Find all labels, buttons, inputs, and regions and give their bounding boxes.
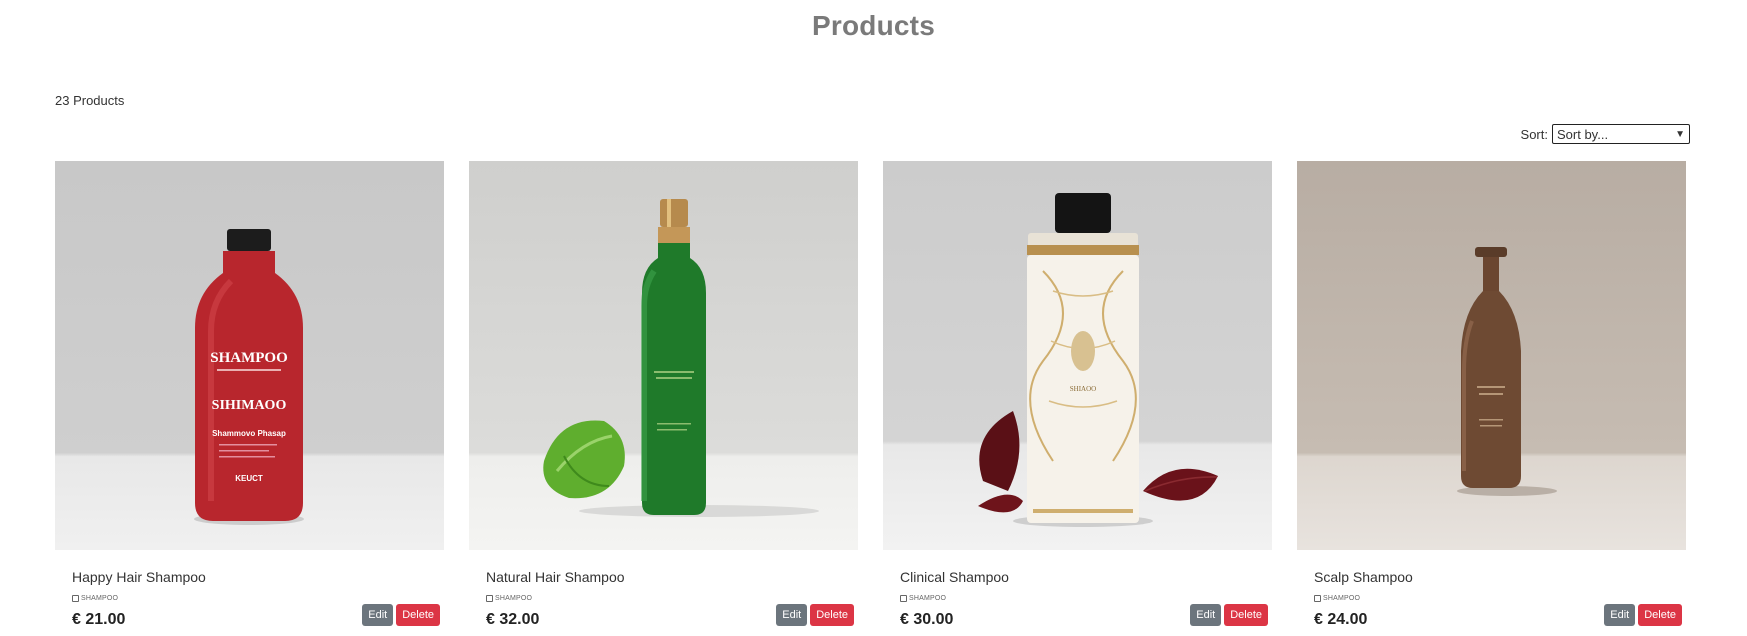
product-category-label: SHAMPOO xyxy=(909,595,947,602)
product-actions: Edit Delete xyxy=(1604,604,1682,626)
product-image[interactable]: SHAMPOO SIHIMAOO Shammovo Phasap KEUCT xyxy=(55,161,444,550)
bottle-label-text: SHIAOO xyxy=(1070,385,1096,393)
product-name[interactable]: Natural Hair Shampoo xyxy=(486,569,625,585)
product-category: SHAMPOO xyxy=(900,595,946,602)
product-category: SHAMPOO xyxy=(72,595,118,602)
bottle-label-text: SHAMPOO xyxy=(210,350,288,366)
product-card: SHAMPOO SIHIMAOO Shammovo Phasap KEUCT H… xyxy=(55,161,444,631)
delete-button[interactable]: Delete xyxy=(810,604,854,626)
product-price: € 30.00 xyxy=(900,611,954,628)
tag-icon xyxy=(72,595,79,602)
product-card: SHIAOO Clinical Shampoo SHAMPOO € 30.00 … xyxy=(883,161,1272,631)
product-actions: Edit Delete xyxy=(776,604,854,626)
product-category-label: SHAMPOO xyxy=(81,595,119,602)
product-name[interactable]: Scalp Shampoo xyxy=(1314,569,1413,585)
edit-button[interactable]: Edit xyxy=(1604,604,1636,626)
bottle-label-text: Shammovo Phasap xyxy=(212,429,286,438)
edit-button[interactable]: Edit xyxy=(362,604,394,626)
product-image[interactable]: SHIAOO xyxy=(883,161,1272,550)
edit-button[interactable]: Edit xyxy=(1190,604,1222,626)
product-price: € 21.00 xyxy=(72,611,126,628)
sort-bar: Sort: Sort by... ▼ xyxy=(1521,124,1690,144)
product-actions: Edit Delete xyxy=(1190,604,1268,626)
product-actions: Edit Delete xyxy=(362,604,440,626)
chevron-down-icon: ▼ xyxy=(1675,128,1685,140)
sort-select[interactable]: Sort by... ▼ xyxy=(1552,124,1690,144)
tag-icon xyxy=(1314,595,1321,602)
product-category-label: SHAMPOO xyxy=(1323,595,1361,602)
product-name[interactable]: Happy Hair Shampoo xyxy=(72,569,206,585)
product-price: € 32.00 xyxy=(486,611,540,628)
product-name[interactable]: Clinical Shampoo xyxy=(900,569,1009,585)
product-card: Natural Hair Shampoo SHAMPOO € 32.00 Edi… xyxy=(469,161,858,631)
product-image[interactable] xyxy=(1297,161,1686,550)
tag-icon xyxy=(486,595,493,602)
delete-button[interactable]: Delete xyxy=(396,604,440,626)
product-card: Scalp Shampoo SHAMPOO € 24.00 Edit Delet… xyxy=(1297,161,1686,631)
product-grid: SHAMPOO SIHIMAOO Shammovo Phasap KEUCT H… xyxy=(55,161,1692,631)
edit-button[interactable]: Edit xyxy=(776,604,808,626)
delete-button[interactable]: Delete xyxy=(1638,604,1682,626)
product-category-label: SHAMPOO xyxy=(495,595,533,602)
product-image[interactable] xyxy=(469,161,858,550)
product-count: 23 Products xyxy=(55,93,125,108)
sort-selected-value: Sort by... xyxy=(1557,126,1609,142)
tag-icon xyxy=(900,595,907,602)
bottle-label-text: KEUCT xyxy=(235,474,263,483)
product-category: SHAMPOO xyxy=(1314,595,1360,602)
delete-button[interactable]: Delete xyxy=(1224,604,1268,626)
bottle-label-text: SIHIMAOO xyxy=(212,398,287,413)
product-price: € 24.00 xyxy=(1314,611,1368,628)
page-title: Products xyxy=(812,10,935,41)
sort-label: Sort: xyxy=(1520,126,1548,142)
product-category: SHAMPOO xyxy=(486,595,532,602)
